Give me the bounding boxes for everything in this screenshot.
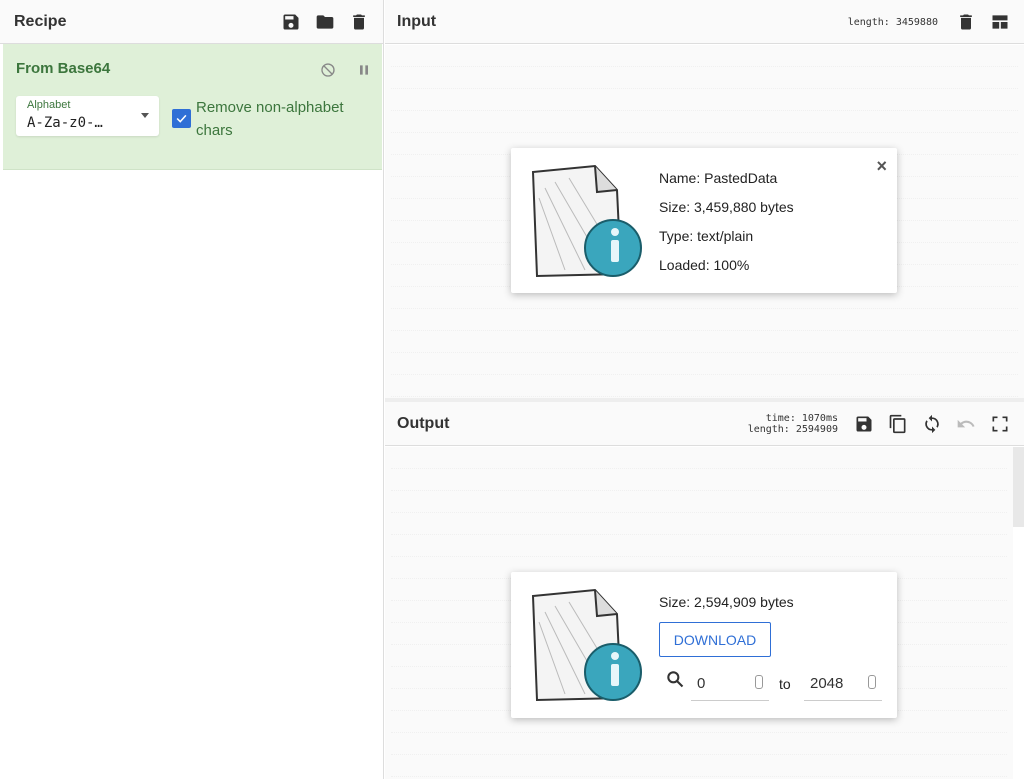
cyberchef-window: Recipe From Base64 Alphabet A-Za-z0-… Re… <box>0 0 1024 779</box>
alphabet-value: A-Za-z0-… <box>27 115 103 131</box>
input-file-info-card: Name: PastedData Size: 3,459,880 bytes T… <box>511 148 897 293</box>
save-icon[interactable] <box>279 10 303 34</box>
download-button[interactable]: DOWNLOAD <box>659 622 771 657</box>
swap-icon[interactable] <box>920 412 944 436</box>
output-header: Output time: 1070ms length: 2594909 <box>385 402 1024 446</box>
operation-controls <box>316 58 376 82</box>
slice-start-value: 0 <box>697 675 706 692</box>
search-icon <box>667 671 684 688</box>
recipe-pane: Recipe From Base64 Alphabet A-Za-z0-… Re… <box>0 0 384 779</box>
output-length: length: 2594909 <box>747 424 838 435</box>
remove-non-alphabet-checkbox[interactable] <box>172 109 191 128</box>
slice-end-input[interactable]: 2048 <box>804 667 882 701</box>
recipe-title: Recipe <box>14 12 67 30</box>
file-loaded: Loaded: 100% <box>659 257 750 273</box>
file-size: Size: 3,459,880 bytes <box>659 199 794 215</box>
input-toolbar: length: 3459880 <box>848 0 1012 44</box>
file-name: Name: PastedData <box>659 170 778 186</box>
recipe-toolbar <box>279 0 371 44</box>
dropdown-caret-icon <box>141 113 149 118</box>
save-output-icon[interactable] <box>852 412 876 436</box>
output-file-info-card: Size: 2,594,909 bytes DOWNLOAD 0 to 2048 <box>511 572 897 718</box>
spinner-icon[interactable] <box>868 675 876 689</box>
file-info-icon <box>531 164 642 278</box>
file-type: Type: text/plain <box>659 228 754 244</box>
output-stats: time: 1070ms length: 2594909 <box>748 413 838 435</box>
check-icon <box>176 114 187 123</box>
output-time: time: 1070ms <box>765 413 838 424</box>
trash-icon[interactable] <box>347 10 371 34</box>
output-scrollbar[interactable] <box>1013 447 1024 527</box>
output-file-size: Size: 2,594,909 bytes <box>659 594 794 610</box>
spinner-icon[interactable] <box>755 675 763 689</box>
clear-input-trash-icon[interactable] <box>954 10 978 34</box>
input-pane: Input length: 3459880 Name: PastedData S… <box>385 0 1024 400</box>
input-length: length: 3459880 <box>847 16 938 28</box>
pause-icon[interactable] <box>352 58 376 82</box>
copy-icon[interactable] <box>886 412 910 436</box>
operation-from-base64[interactable]: From Base64 Alphabet A-Za-z0-… Remove no… <box>3 44 382 170</box>
output-toolbar: time: 1070ms length: 2594909 <box>748 402 1012 446</box>
alphabet-label: Alphabet <box>27 99 71 111</box>
layout-icon[interactable] <box>988 10 1012 34</box>
recipe-header: Recipe <box>0 0 383 44</box>
input-header: Input length: 3459880 <box>385 0 1024 44</box>
output-pane: Output time: 1070ms length: 2594909 Size… <box>385 402 1024 779</box>
maximize-icon[interactable] <box>988 412 1012 436</box>
folder-icon[interactable] <box>313 10 337 34</box>
operation-name: From Base64 <box>16 60 111 77</box>
file-info-icon <box>531 588 642 702</box>
undo-icon[interactable] <box>954 412 978 436</box>
close-icon[interactable]: × <box>876 156 887 177</box>
slice-end-value: 2048 <box>810 675 844 692</box>
input-title: Input <box>397 12 437 30</box>
alphabet-select[interactable]: Alphabet A-Za-z0-… <box>16 96 159 136</box>
slice-start-input[interactable]: 0 <box>691 667 769 701</box>
output-title: Output <box>397 414 450 432</box>
remove-non-alphabet-label[interactable]: Remove non-alphabet chars <box>196 96 366 142</box>
disable-icon[interactable] <box>316 58 340 82</box>
to-label: to <box>779 676 791 692</box>
